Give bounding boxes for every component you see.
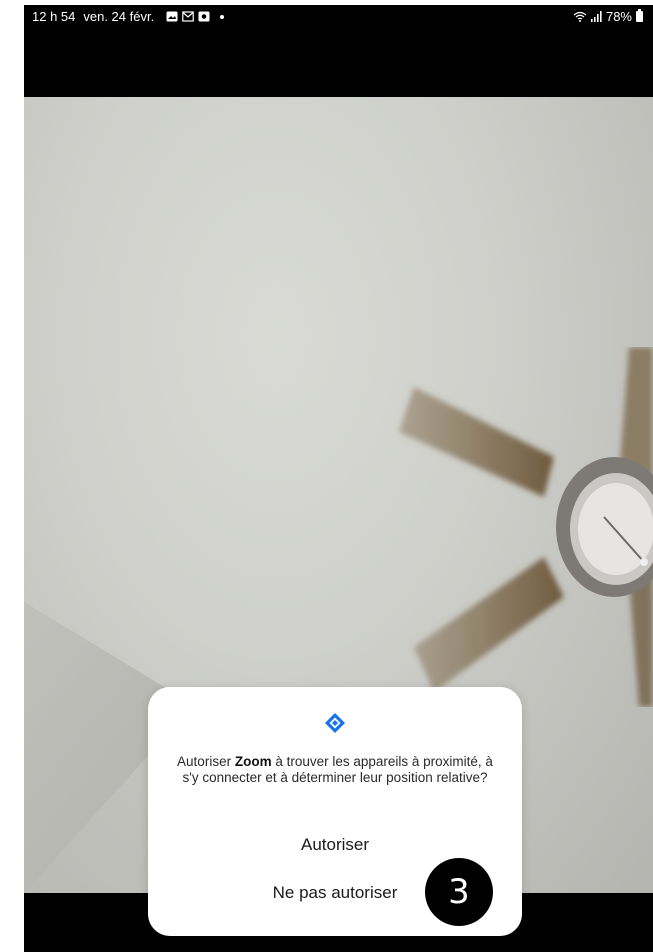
status-time: 12 h 54: [32, 9, 76, 24]
status-bar: 12 h 54 ven. 24 févr. 78%: [24, 5, 653, 29]
battery-icon: [636, 9, 643, 22]
status-right: 78%: [573, 9, 643, 24]
dialog-message: Autoriser Zoom à trouver les appareils à…: [168, 754, 502, 786]
nearby-devices-icon: [325, 713, 345, 733]
status-date: ven. 24 févr.: [83, 9, 155, 24]
ceiling-fan-image: [399, 347, 653, 707]
notification-icons: [166, 11, 225, 22]
wifi-icon: [573, 11, 587, 22]
app-icon: [198, 11, 210, 22]
signal-icon: [590, 11, 602, 22]
app-name: Zoom: [234, 754, 272, 769]
dot-icon: [220, 14, 225, 19]
allow-button[interactable]: Autoriser: [148, 835, 522, 855]
message-prefix: Autoriser: [177, 754, 235, 769]
step-number-badge: 3: [425, 858, 493, 926]
mail-icon: [182, 11, 195, 22]
gallery-icon: [166, 11, 178, 22]
status-left: 12 h 54 ven. 24 févr.: [32, 9, 225, 24]
battery-level: 78%: [605, 9, 632, 24]
device-screen: 12 h 54 ven. 24 févr. 78% Autoriser Zoom…: [24, 5, 653, 952]
